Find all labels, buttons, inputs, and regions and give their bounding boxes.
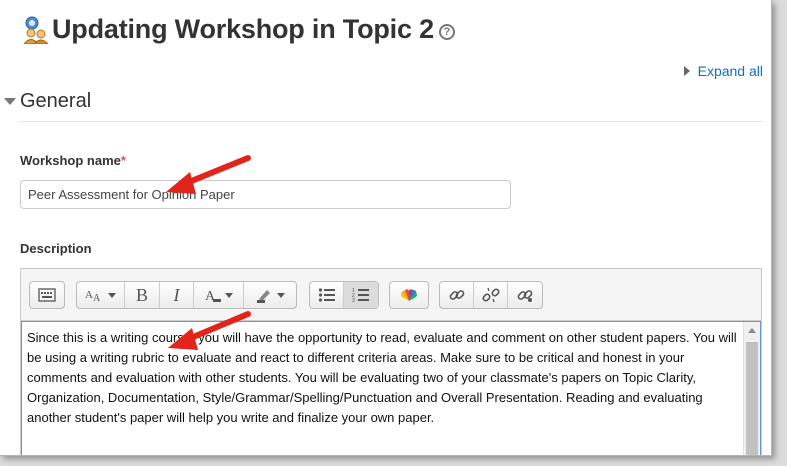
toolbar-group-links: [439, 281, 543, 309]
dropdown-arrow-icon: [108, 292, 116, 298]
highlight-button[interactable]: [244, 282, 296, 308]
expand-all-link[interactable]: Expand all: [683, 63, 763, 79]
media-button[interactable]: [390, 282, 428, 308]
dropdown-arrow-icon: [276, 292, 285, 298]
description-label: Description: [20, 241, 92, 256]
scroll-thumb[interactable]: [746, 342, 758, 455]
unlink-button[interactable]: [474, 282, 508, 308]
workshop-name-input[interactable]: [20, 180, 511, 209]
bullet-list-button[interactable]: [310, 282, 344, 308]
link-icon: [449, 290, 464, 300]
description-editor: A A B I A 1 2 3 Since this is a writing …: [20, 268, 762, 455]
svg-text:A: A: [93, 293, 101, 302]
svg-text:A: A: [85, 289, 93, 301]
toolbar-group-lists: 1 2 3: [309, 281, 379, 309]
svg-text:3: 3: [352, 298, 355, 303]
bullet-list-icon: [318, 288, 335, 302]
italic-button[interactable]: I: [160, 282, 194, 308]
editor-toolbar: A A B I A 1 2 3: [21, 269, 761, 321]
italic-icon: I: [173, 284, 180, 305]
text-color-icon: A: [205, 289, 221, 303]
description-text[interactable]: Since this is a writing course, you will…: [27, 328, 739, 428]
scroll-up-arrow-icon: [748, 327, 756, 333]
page: Updating Workshop in Topic 2 ? Expand al…: [0, 0, 772, 456]
font-style-icon: A A: [85, 289, 101, 302]
highlight-icon: [256, 290, 270, 303]
show-more-icon: [38, 288, 56, 302]
autolink-button[interactable]: [508, 282, 542, 308]
workshop-name-label-text: Workshop name: [20, 153, 121, 168]
workshop-icon: [23, 16, 48, 44]
title-row: Updating Workshop in Topic 2 ?: [22, 14, 455, 45]
toolbar-group-more: [29, 281, 65, 309]
expand-all-label: Expand all: [697, 63, 763, 79]
general-section-header[interactable]: General: [4, 90, 91, 113]
show-more-button[interactable]: [30, 282, 64, 308]
help-icon[interactable]: ?: [438, 23, 455, 40]
media-icon: [401, 289, 417, 301]
bold-button[interactable]: B: [125, 282, 160, 308]
description-textarea[interactable]: Since this is a writing course, you will…: [21, 321, 761, 455]
bold-icon: B: [135, 284, 148, 305]
link-button[interactable]: [440, 282, 474, 308]
general-section-label: General: [20, 90, 92, 112]
workshop-name-label: Workshop name*: [20, 153, 126, 168]
editor-scrollbar[interactable]: [743, 322, 760, 455]
expand-triangle-icon: [683, 66, 690, 76]
dropdown-arrow-icon: [225, 292, 233, 298]
collapse-caret-icon: [4, 98, 16, 105]
text-color-button[interactable]: A: [194, 282, 244, 308]
toolbar-group-media: [389, 281, 429, 309]
numbered-list-icon: 1 2 3: [352, 288, 369, 303]
numbered-list-button[interactable]: 1 2 3: [344, 282, 378, 308]
scroll-up-button[interactable]: [744, 322, 760, 338]
autolink-icon: [517, 290, 533, 302]
font-style-button[interactable]: A A: [77, 282, 125, 308]
page-title: Updating Workshop in Topic 2: [52, 14, 434, 44]
section-divider: [20, 121, 763, 122]
required-marker: *: [120, 153, 126, 168]
unlink-icon: [481, 287, 500, 303]
toolbar-group-style: A A B I A: [76, 281, 297, 309]
